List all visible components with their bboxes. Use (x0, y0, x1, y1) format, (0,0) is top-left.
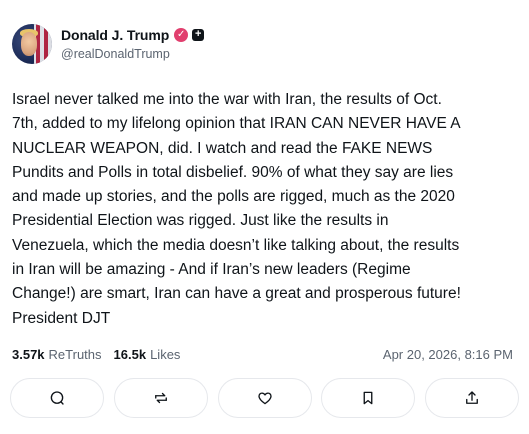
engagement-stats: 3.57k ReTruths 16.5k Likes (12, 347, 180, 362)
bookmark-icon (363, 391, 373, 405)
stats-spacer (102, 347, 114, 362)
share-icon (466, 391, 478, 404)
author-handle[interactable]: @realDonaldTrump (61, 47, 204, 61)
check-badge-icon: ✓ (174, 28, 189, 42)
avatar[interactable] (12, 24, 52, 64)
share-button[interactable] (425, 378, 519, 418)
plus-badge-icon: + (192, 29, 205, 41)
name-row: Donald J. Trump ✓ + (61, 27, 205, 43)
action-bar (10, 378, 519, 420)
retruths-count[interactable]: 3.57k (12, 347, 45, 362)
likes-count[interactable]: 16.5k (114, 347, 147, 362)
post-header: Donald J. Trump ✓ + @realDonaldTrump (12, 24, 205, 64)
post-timestamp[interactable]: Apr 20, 2026, 8:16 PM (383, 347, 513, 362)
retruth-button[interactable] (113, 378, 208, 418)
author-name[interactable]: Donald J. Trump (61, 27, 169, 43)
heart-icon (257, 392, 272, 405)
avatar-face (21, 32, 37, 56)
retruths-label[interactable]: ReTruths (49, 347, 102, 362)
post-card: Donald J. Trump ✓ + @realDonaldTrump Isr… (0, 0, 529, 434)
likes-label[interactable]: Likes (150, 347, 180, 362)
reply-icon (50, 391, 64, 405)
author-identity: Donald J. Trump ✓ + @realDonaldTrump (61, 27, 205, 61)
bookmark-button[interactable] (321, 378, 416, 418)
reply-button[interactable] (10, 378, 104, 418)
post-text: Israel never talked me into the war with… (12, 91, 461, 327)
retruth-icon (154, 392, 167, 404)
like-button[interactable] (217, 378, 312, 418)
